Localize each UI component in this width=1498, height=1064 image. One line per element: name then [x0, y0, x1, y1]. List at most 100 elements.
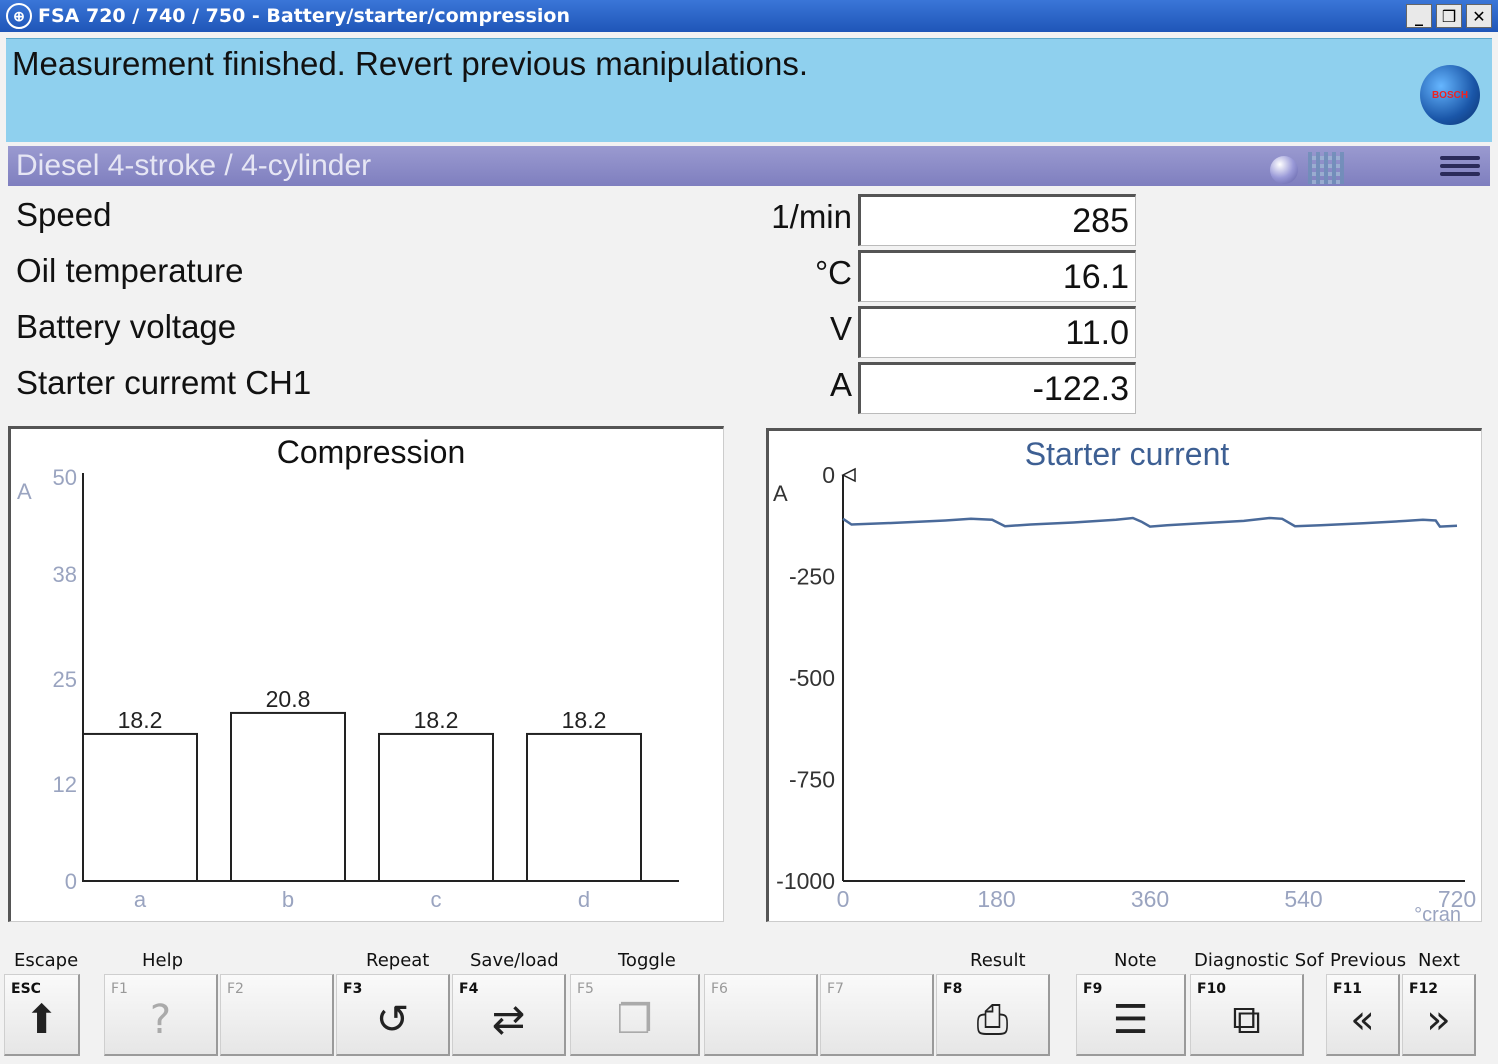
y-tick-label: -750: [789, 767, 835, 793]
y-tick-label: 38: [53, 562, 77, 587]
title-bar: ⊕ FSA 720 / 740 / 750 - Battery/starter/…: [0, 0, 1498, 32]
fkey-button-f5: F5 ❐: [570, 974, 700, 1056]
bar-d: [526, 732, 642, 882]
fkey-label-result: Result: [970, 950, 1026, 971]
y-tick-label: 12: [53, 772, 77, 797]
message-bar: Measurement finished. Revert previous ma…: [6, 38, 1492, 142]
bar-c: [378, 732, 494, 882]
measurement-value: -122.3: [858, 362, 1136, 414]
measurement-label: Battery voltage: [16, 308, 237, 345]
measurement-label: Speed: [16, 196, 112, 233]
x-tick-label: a: [134, 887, 147, 912]
fkey-save-load-icon: ⇄: [491, 997, 526, 1043]
fkey-label-help: Help: [142, 950, 184, 971]
fkey-button-esc[interactable]: ESC ⬆: [4, 974, 80, 1056]
measurement-value: 11.0: [858, 306, 1136, 358]
bar-b: [230, 711, 346, 882]
fkey-code: F7: [827, 981, 844, 997]
fkey-repeat-icon: ↺: [375, 997, 410, 1043]
fkey-button-f8[interactable]: F8 ⎙: [936, 974, 1050, 1056]
fkey-button-f9[interactable]: F9 ☰: [1076, 974, 1186, 1056]
fkey-toggle-icon: ❐: [616, 997, 653, 1043]
measurement-row-oil-temperature: Oil temperature °C 16.1: [0, 250, 1498, 306]
fkey-diagnostic-sof-icon: ⧉: [1232, 997, 1261, 1043]
x-axis-label: °cran: [1414, 904, 1461, 921]
fkey-code: F11: [1333, 981, 1363, 997]
app-logo-icon: ⊕: [6, 3, 32, 29]
compression-chart: Compression A 0 12 25 38 50 18.2 a 20.8 b 18.2 c 18.2…: [17, 434, 679, 912]
x-tick-label: 360: [1131, 886, 1169, 912]
fkey-code: F8: [943, 981, 963, 997]
measurement-unit: 1/min: [771, 198, 852, 235]
y-tick-label: 25: [53, 667, 77, 692]
fkey-button-f6: F6: [704, 974, 818, 1056]
fkey-button-f4[interactable]: F4 ⇄: [452, 974, 566, 1056]
measurement-unit: °C: [814, 254, 852, 291]
engine-type: Diesel 4-stroke / 4-cylinder: [16, 149, 372, 182]
fkey-button-f11[interactable]: F11 «: [1326, 974, 1400, 1056]
function-key-bar: Escape ESC ⬆ Help F1? F2 Repeat F3 ↺ Save/load F4 ⇄…: [0, 944, 1498, 1064]
fkey-label-repeat: Repeat: [366, 950, 430, 971]
fkey-button-f12[interactable]: F12»: [1402, 974, 1476, 1056]
fkey-code: F5: [577, 981, 594, 997]
status-message: Measurement finished. Revert previous ma…: [12, 45, 809, 82]
fkey-code: F10: [1197, 981, 1227, 997]
compression-chart-panel: Compression A 0 12 25 38 50 18.2 a 20.8 b 18.2 c 18.2…: [8, 426, 724, 922]
fkey-button-f3[interactable]: F3 ↺: [336, 974, 450, 1056]
fkey-label-toggle: Toggle: [618, 950, 676, 971]
y-tick-label: -1000: [776, 868, 835, 894]
minimize-button[interactable]: _: [1406, 4, 1432, 28]
y-tick-label: 0: [65, 869, 77, 894]
y-axis-label: A: [773, 481, 788, 506]
y-tick-label: -250: [789, 564, 835, 590]
fkey-label-save-load: Save/load: [470, 950, 559, 971]
chart-title: Starter current: [1025, 436, 1230, 472]
fkey-help-icon: ?: [149, 997, 172, 1043]
x-tick-label: b: [282, 887, 294, 912]
starter-current-chart-panel: Starter current A 0 -250 -500 -750 -1000 0 180 36…: [766, 428, 1482, 922]
bosch-globe-logo: BOSCH: [1420, 65, 1480, 125]
restore-button[interactable]: ❒: [1436, 4, 1462, 28]
fkey-button-f1: F1?: [104, 974, 218, 1056]
fkey-label-escape: Escape: [14, 950, 79, 971]
x-tick-label: c: [431, 887, 442, 912]
x-tick-label: 180: [977, 886, 1015, 912]
y-tick-label: 0: [822, 462, 835, 488]
fkey-label-diagnostic-sof: Diagnostic Sof: [1194, 950, 1324, 971]
measurement-label: Oil temperature: [16, 252, 244, 289]
bar-value-label: 18.2: [562, 707, 607, 733]
fkey-code: F2: [227, 981, 244, 997]
fkey-note-icon: ☰: [1112, 997, 1149, 1043]
fkey-code: F3: [343, 981, 363, 997]
measurement-value: 285: [858, 194, 1136, 246]
settings-menu-icon[interactable]: [1440, 156, 1480, 180]
window-title: FSA 720 / 740 / 750 - Battery/starter/co…: [38, 5, 571, 27]
y-tick-label: -500: [789, 665, 835, 691]
fkey-code: F9: [1083, 981, 1103, 997]
fkey-label-next: Next: [1418, 950, 1460, 971]
status-orb-icon[interactable]: [1270, 156, 1298, 184]
engine-info-bar: Diesel 4-stroke / 4-cylinder: [8, 146, 1490, 186]
bar-value-label: 18.2: [414, 707, 459, 733]
fkey-escape-icon: ⬆: [24, 997, 59, 1043]
bar-value-label: 20.8: [266, 686, 311, 712]
fkey-result-icon: ⎙: [976, 997, 1009, 1043]
measurement-unit: A: [829, 366, 852, 403]
fkey-label-previous: Previous: [1330, 950, 1407, 971]
data-grid-icon[interactable]: [1308, 152, 1344, 184]
close-button[interactable]: ✕: [1466, 4, 1492, 28]
fkey-next-icon: »: [1426, 997, 1451, 1043]
fkey-button-f2: F2: [220, 974, 334, 1056]
measurement-label: Starter curremt CH1: [16, 364, 312, 401]
fkey-code: F12: [1409, 981, 1439, 997]
series-line-0: [842, 516, 1458, 528]
y-axis-label: A: [17, 479, 32, 504]
x-tick-label: 0: [837, 886, 850, 912]
fkey-button-f7: F7: [820, 974, 934, 1056]
chart-title: Compression: [277, 434, 466, 470]
y-tick-label: 50: [53, 465, 77, 490]
fkey-button-f10[interactable]: F10 ⧉: [1190, 974, 1304, 1056]
x-tick-label: 540: [1284, 886, 1322, 912]
bar-a: [82, 732, 198, 882]
fkey-code: ESC: [11, 981, 41, 997]
